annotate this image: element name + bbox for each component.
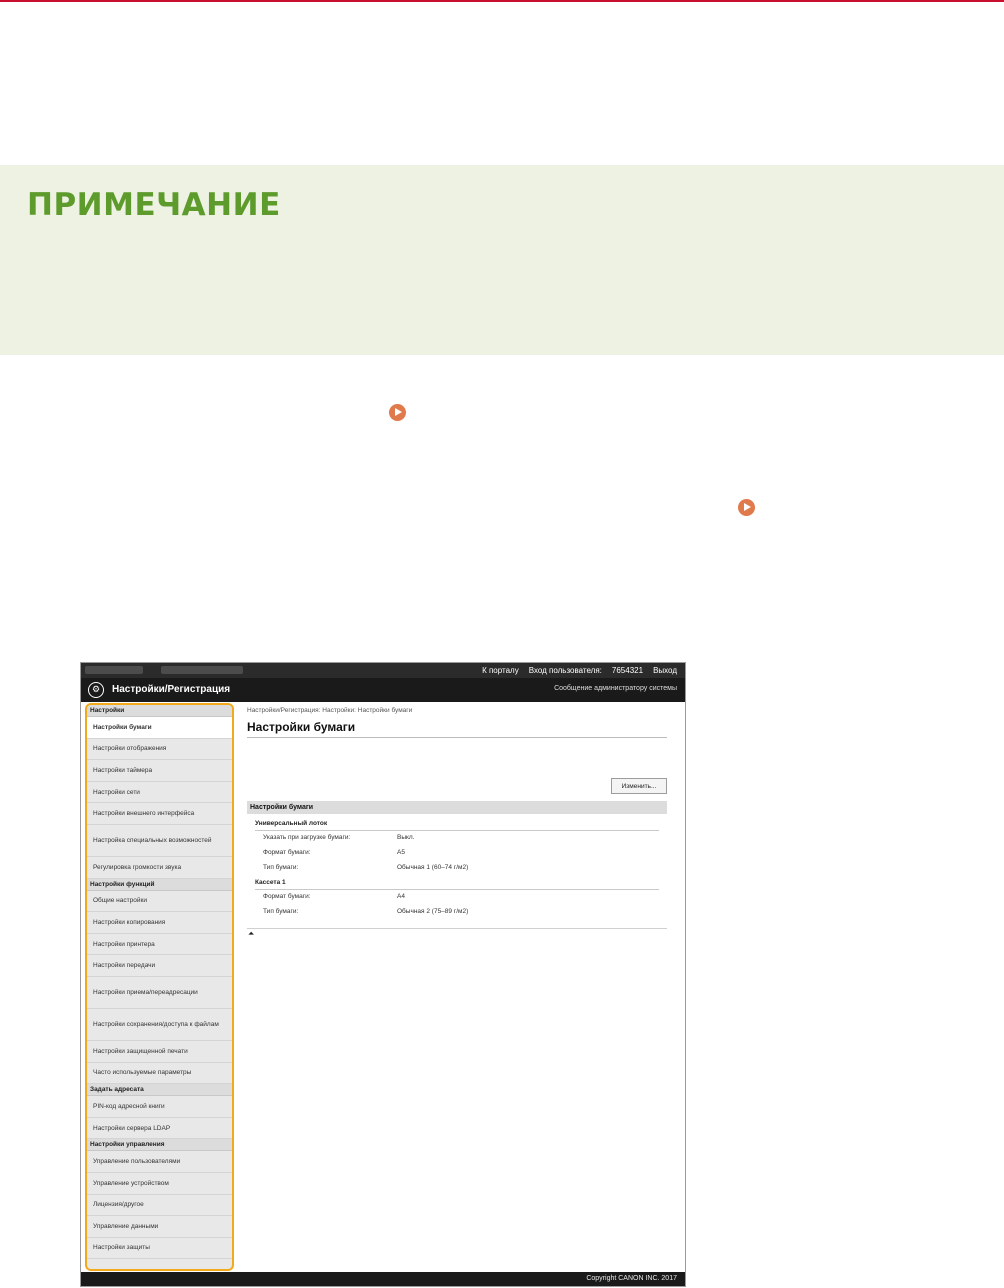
row-value: Обычная 2 (75–89 г/м2): [397, 908, 469, 915]
sidebar-item-favorite-settings[interactable]: Часто используемые параметры: [87, 1063, 232, 1085]
row-label: Формат бумаги:: [263, 893, 311, 900]
page-title: Настройки бумаги: [247, 720, 356, 734]
row-label: Указать при загрузке бумаги:: [263, 834, 351, 841]
sidebar-item-user-management[interactable]: Управление пользователями: [87, 1151, 232, 1173]
admin-message-link[interactable]: Сообщение администратору системы: [554, 685, 677, 692]
footer: Copyright CANON INC. 2017: [81, 1272, 685, 1286]
copyright: Copyright CANON INC. 2017: [586, 1275, 677, 1282]
group-title: Кассета 1: [255, 879, 286, 886]
sidebar-item-timer-settings[interactable]: Настройки таймера: [87, 760, 232, 782]
sidebar-item-network-settings[interactable]: Настройки сети: [87, 782, 232, 804]
edit-button[interactable]: Изменить...: [611, 778, 667, 794]
group-divider: [255, 830, 659, 831]
sidebar-item-ldap-server[interactable]: Настройки сервера LDAP: [87, 1118, 232, 1140]
note-title: ПРИМЕЧАНИЕ: [27, 187, 281, 223]
row-value: Обычная 1 (60–74 г/м2): [397, 864, 469, 871]
sidebar-item-accessibility[interactable]: Настройка специальных возможностей: [87, 825, 232, 857]
device-model-blurred: [161, 666, 243, 674]
sidebar-item-receive-forward[interactable]: Настройки приема/переадресации: [87, 977, 232, 1009]
sidebar-item-license-other[interactable]: Лицензия/другое: [87, 1195, 232, 1217]
row-value: A5: [397, 849, 405, 856]
login-label: Вход пользователя:: [528, 666, 602, 675]
sidebar-section-title: Настройки функций: [87, 878, 232, 891]
sidebar-item-printer-settings[interactable]: Настройки принтера: [87, 934, 232, 956]
row-value: A4: [397, 893, 405, 900]
app-title: Настройки/Регистрация: [112, 684, 231, 695]
link-arrow-icon[interactable]: [389, 404, 406, 421]
remote-ui-screenshot: К порталу Вход пользователя: 7654321 Вых…: [80, 662, 686, 1287]
sidebar-item-address-book-pin[interactable]: PIN-код адресной книги: [87, 1096, 232, 1118]
sidebar-item-data-management[interactable]: Управление данными: [87, 1216, 232, 1238]
sidebar-item-external-interface[interactable]: Настройки внешнего интерфейса: [87, 803, 232, 825]
row-label: Формат бумаги:: [263, 849, 311, 856]
section-header: Настройки бумаги: [247, 801, 667, 814]
sidebar: Настройки Настройки бумаги Настройки ото…: [85, 703, 234, 1271]
sidebar-item-volume[interactable]: Регулировка громкости звука: [87, 857, 232, 879]
login-id: 7654321: [611, 666, 644, 675]
sidebar-item-store-access-files[interactable]: Настройки сохранения/доступа к файлам: [87, 1009, 232, 1041]
content-divider: [247, 928, 667, 929]
group-title: Универсальный лоток: [255, 820, 328, 827]
link-arrow-icon[interactable]: [738, 499, 755, 516]
sidebar-item-send-settings[interactable]: Настройки передачи: [87, 955, 232, 977]
portal-link[interactable]: К порталу: [482, 666, 519, 675]
row-label: Тип бумаги:: [263, 864, 299, 871]
title-bar: ⚙ Настройки/Регистрация Сообщение админи…: [81, 678, 685, 702]
sidebar-item-secure-print[interactable]: Настройки защищенной печати: [87, 1041, 232, 1063]
sidebar-item-paper-settings[interactable]: Настройки бумаги: [87, 717, 232, 739]
top-rule: [0, 0, 1004, 2]
sidebar-section-title: Настройки: [87, 705, 232, 717]
sidebar-item-security-settings[interactable]: Настройки защиты: [87, 1238, 232, 1260]
sidebar-item-common-settings[interactable]: Общие настройки: [87, 891, 232, 913]
breadcrumb: Настройки/Регистрация: Настройки: Настро…: [247, 707, 413, 714]
row-value: Выкл.: [397, 834, 415, 841]
back-to-top-icon[interactable]: ⏶: [248, 929, 254, 939]
sidebar-item-device-management[interactable]: Управление устройством: [87, 1173, 232, 1195]
sidebar-item-copy-settings[interactable]: Настройки копирования: [87, 912, 232, 934]
sidebar-section-title: Настройки управления: [87, 1139, 232, 1152]
settings-logo-icon: ⚙: [88, 682, 104, 698]
sidebar-section-title: Задать адресата: [87, 1084, 232, 1097]
top-bar: К порталу Вход пользователя: 7654321 Вых…: [81, 663, 685, 678]
sidebar-item-display-settings[interactable]: Настройки отображения: [87, 739, 232, 761]
logout-link[interactable]: Выход: [653, 666, 677, 675]
device-name-blurred: [85, 666, 143, 674]
main-content: Настройки/Регистрация: Настройки: Настро…: [241, 703, 671, 1271]
row-label: Тип бумаги:: [263, 908, 299, 915]
title-divider: [247, 737, 667, 738]
group-divider: [255, 889, 659, 890]
